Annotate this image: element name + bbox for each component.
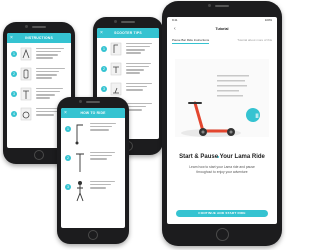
list-item: 3 [101,81,155,98]
step-number: 1 [11,51,17,57]
camera [79,100,82,103]
kickstand-icon [110,82,122,96]
page-description: Learn how to start your Lama ride and pa… [189,165,255,174]
step-number: 3 [65,184,71,190]
step-number: 4 [11,111,17,117]
step-number: 2 [65,155,71,161]
tab-tutorial[interactable]: Tutorial about more of this [237,38,272,44]
camera [208,4,211,7]
pause-icon: II [255,114,259,120]
header-title: SCOOTER TIPS [114,31,142,35]
earpiece [215,5,229,7]
scooter-part-icon [20,47,32,61]
close-icon[interactable]: × [100,28,103,38]
header-title: HOW TO RIDE [80,111,106,115]
step-number: 1 [65,126,71,132]
camera [25,25,28,28]
tab-instructions[interactable]: Pause Bar Ride Instructions [172,38,210,44]
close-icon[interactable]: × [64,108,67,118]
scooter-illustration [175,59,269,137]
step-number: 2 [11,71,17,77]
step-number: 3 [11,91,17,97]
step-text [126,61,155,74]
header-title: INSTRUCTIONS [25,36,53,40]
brake-icon [110,62,122,76]
wheel-icon [20,107,32,121]
header-bar: × INSTRUCTIONS [7,33,71,43]
step-text [90,150,121,160]
step-text [126,41,155,54]
list-item: 1 [11,46,67,63]
step-number: 1 [101,46,107,52]
screen: × HOW TO RIDE 1 2 3 [61,108,125,228]
list-item: 2 [11,66,67,83]
screen-title: Tutorial [215,27,229,31]
close-icon[interactable]: × [10,33,13,43]
header-bar: × HOW TO RIDE [61,108,125,118]
list-item: 3 [11,86,67,103]
step-number: 3 [101,86,107,92]
tab-bar: Pause Bar Ride Instructions Tutorial abo… [167,38,277,44]
home-button [215,228,229,241]
camera [114,20,117,23]
throttle-icon [76,153,84,172]
step-text [36,86,67,99]
step-text [126,81,155,91]
list-item: 1 [101,41,155,58]
header-bar: × SCOOTER TIPS [97,28,159,38]
push-off-icon [75,124,83,145]
step-text [90,179,121,189]
home-button [88,230,98,240]
phone-small-front: × HOW TO RIDE 1 2 3 [57,97,129,244]
list-item: 3 [65,179,121,205]
handlebar-icon [20,87,32,101]
screen-header: ‹ Tutorial [167,23,277,35]
step-text [90,121,121,131]
page-title: Start & Pause Your Lama Ride [179,154,265,160]
continue-button[interactable]: CONTINUE AND START RIDE [176,210,268,217]
earpiece [121,21,135,23]
step-number: 2 [101,66,107,72]
phone-large-front: 9:41 100% ‹ Tutorial Pause Bar Ride Inst… [162,1,282,246]
chevron-left-icon[interactable]: ‹ [174,23,176,35]
list-item: 2 [101,61,155,78]
step-text [126,101,155,111]
earpiece [86,101,100,103]
list-item: 1 [65,121,121,147]
earpiece [32,26,46,28]
list-item: 2 [65,150,121,176]
step-text [36,46,67,59]
screen: 9:41 100% ‹ Tutorial Pause Bar Ride Inst… [167,17,277,224]
rider-icon [76,181,84,202]
scooter-part-icon [110,42,122,56]
phone-scan-icon [20,67,32,81]
home-button [34,150,44,160]
step-text [36,66,67,79]
